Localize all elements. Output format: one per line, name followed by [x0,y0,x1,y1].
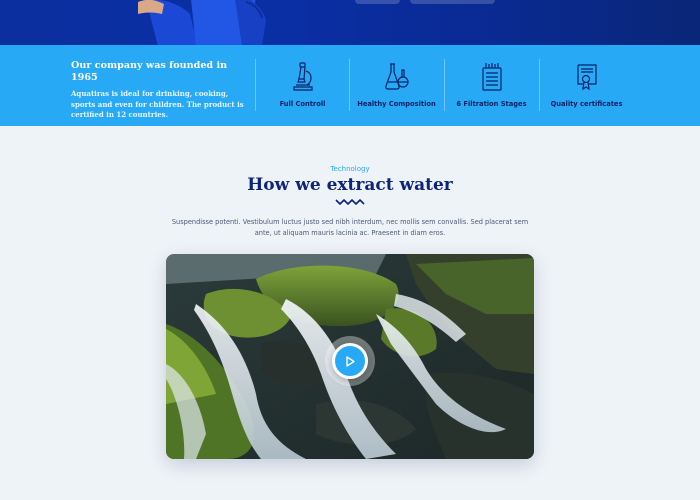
feature-label: 6 Filtration Stages [456,100,527,108]
section-title: How we extract water [247,175,453,195]
play-icon [346,355,355,367]
feature-label: Full Controll [279,100,326,108]
section-description: Suspendisse potenti. Vestibulum luctus j… [171,218,529,237]
feature-label: Quality certificates [550,100,623,108]
about-title: Our company was founded in 1965 [71,60,228,83]
feature-quality-certificates[interactable]: Quality certificates [539,56,634,114]
hero-button-shadow [355,0,400,4]
about-block: Our company was founded in 1965 Aquatira… [71,60,247,121]
feature-healthy-composition[interactable]: Healthy Composition [349,56,444,114]
about-text: Aquatiras is ideal for drinking, cooking… [71,89,244,119]
flasks-icon [384,63,409,90]
hero-banner [0,0,700,45]
certificate-icon [576,64,597,91]
features-band: Our company was founded in 1965 Aquatira… [0,45,700,126]
feature-label: Healthy Composition [357,100,436,108]
play-button[interactable] [332,343,368,379]
filter-icon [481,63,502,91]
hero-person-image [138,0,266,45]
video-player[interactable] [166,254,534,459]
hero-button-shadow [410,0,495,4]
microscope-icon [292,62,313,91]
section-eyebrow: Technology [330,165,370,173]
feature-filtration-stages[interactable]: 6 Filtration Stages [444,56,539,114]
feature-full-controll[interactable]: Full Controll [255,56,350,114]
wave-divider-icon [335,199,365,205]
